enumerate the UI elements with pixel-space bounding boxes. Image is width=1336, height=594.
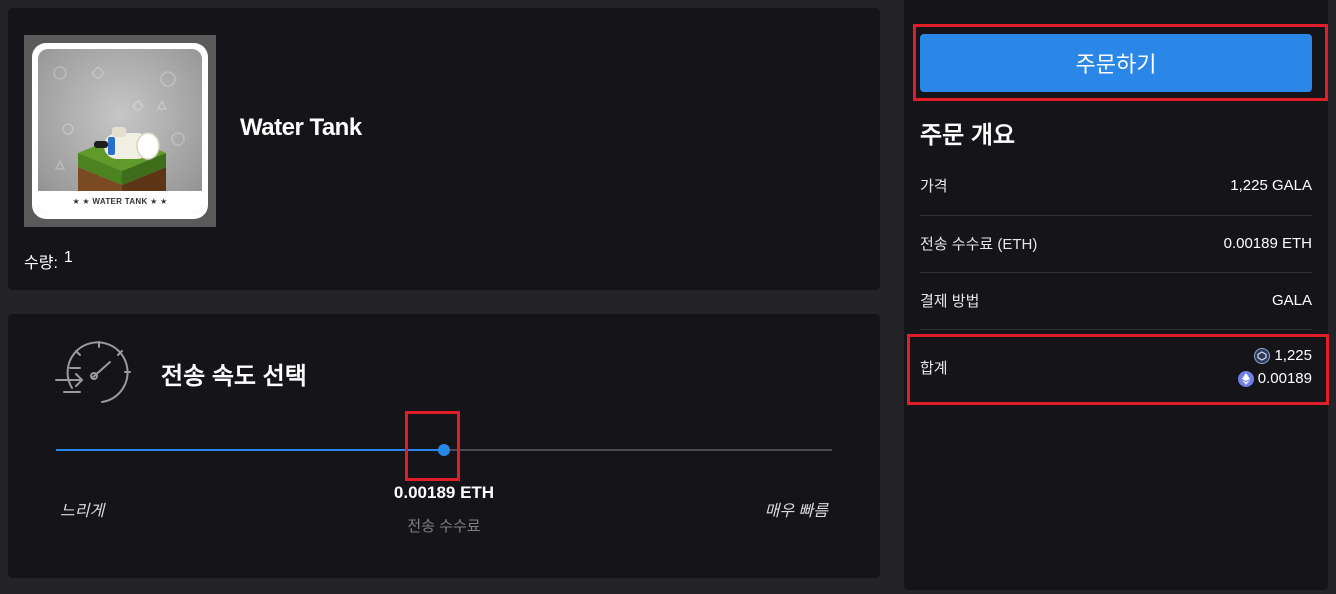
total-gala-value: 1,225 bbox=[1274, 347, 1312, 364]
item-title: Water Tank bbox=[240, 114, 362, 141]
divider bbox=[920, 329, 1312, 330]
summary-title: 주문 개요 bbox=[920, 122, 1015, 149]
speed-title: 전송 속도 선택 bbox=[161, 363, 307, 390]
water-tank-image: ★ ★ WATER TANK ★ ★ bbox=[38, 49, 202, 213]
speed-slider-handle[interactable] bbox=[438, 444, 450, 456]
fee-value: 0.00189 ETH bbox=[393, 483, 495, 502]
divider bbox=[920, 272, 1312, 273]
total-label: 합계 bbox=[920, 359, 948, 377]
payment-value: GALA bbox=[1271, 292, 1312, 309]
eth-coin-icon bbox=[1237, 370, 1254, 387]
payment-label: 결제 방법 bbox=[920, 293, 980, 310]
summary-row-price: 가격 1,225 GALA bbox=[920, 175, 1312, 196]
speedometer-icon bbox=[55, 341, 131, 403]
total-eth-value: 0.00189 bbox=[1257, 370, 1312, 387]
fee-summary-value: 0.00189 ETH bbox=[1223, 235, 1312, 252]
thumbnail-caption: ★ ★ WATER TANK ★ ★ bbox=[38, 191, 202, 213]
price-label: 가격 bbox=[920, 178, 948, 195]
summary-row-total: 합계 1,225 0.00189 bbox=[920, 347, 1312, 387]
summary-row-payment: 결제 방법 GALA bbox=[920, 290, 1312, 311]
gala-coin-icon bbox=[1254, 347, 1271, 364]
quantity-label: 수량: bbox=[24, 255, 58, 272]
summary-row-fee: 전송 수수료 (ETH) 0.00189 ETH bbox=[920, 233, 1312, 254]
transfer-speed-card: 전송 속도 선택 느리게 매우 빠름 0.00189 ETH 전송 수수료 bbox=[8, 314, 880, 578]
quantity: 수량: 1 bbox=[24, 249, 73, 273]
speed-slider-fill bbox=[56, 449, 444, 451]
divider bbox=[920, 215, 1312, 216]
order-summary-panel: 주문하기 주문 개요 가격 1,225 GALA 전송 수수료 (ETH) 0.… bbox=[904, 0, 1328, 590]
water-tank-illustration bbox=[53, 65, 185, 209]
fee-caption: 전송 수수료 bbox=[407, 518, 481, 535]
order-button[interactable]: 주문하기 bbox=[920, 34, 1312, 92]
price-value: 1,225 GALA bbox=[1230, 177, 1312, 194]
fee-label: 전송 수수료 (ETH) bbox=[920, 236, 1038, 253]
item-card: ★ ★ WATER TANK ★ ★ Water Tank 수량: 1 bbox=[8, 8, 880, 290]
item-thumbnail: ★ ★ WATER TANK ★ ★ bbox=[24, 35, 216, 227]
quantity-value: 1 bbox=[63, 249, 73, 266]
